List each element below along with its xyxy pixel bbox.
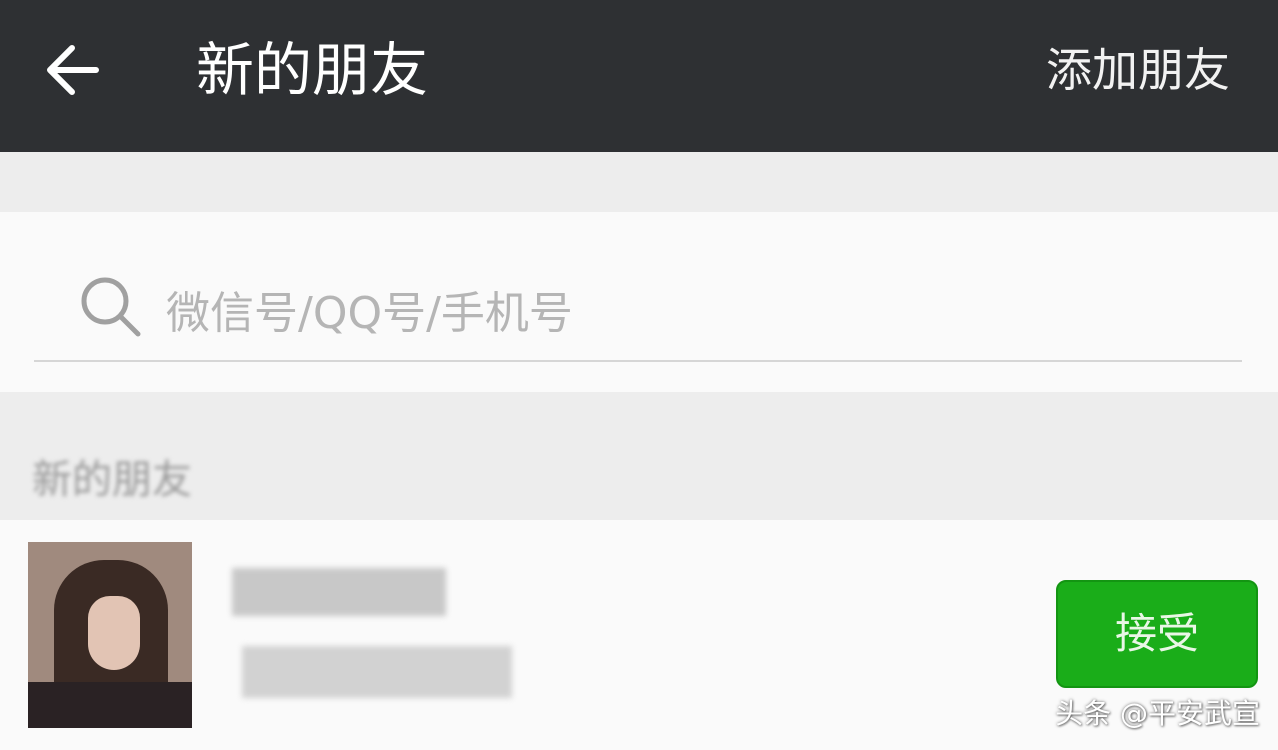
friend-name-redacted <box>232 568 446 616</box>
back-button[interactable] <box>40 38 104 102</box>
friend-message-redacted <box>242 646 512 698</box>
watermark: 头条 @平安武宣 <box>1055 697 1260 730</box>
page-title: 新的朋友 <box>196 36 429 104</box>
add-friend-button[interactable]: 添加朋友 <box>1046 32 1230 108</box>
top-nav-bar: 新的朋友 添加朋友 <box>0 0 1278 152</box>
avatar <box>28 542 192 728</box>
accept-button[interactable]: 接受 <box>1056 580 1258 688</box>
search-input[interactable] <box>164 272 1228 354</box>
search-underline <box>34 360 1242 362</box>
section-header: 新的朋友 <box>32 457 192 503</box>
arrow-left-icon <box>47 45 99 95</box>
search-panel <box>0 212 1278 392</box>
search-icon <box>81 277 141 337</box>
